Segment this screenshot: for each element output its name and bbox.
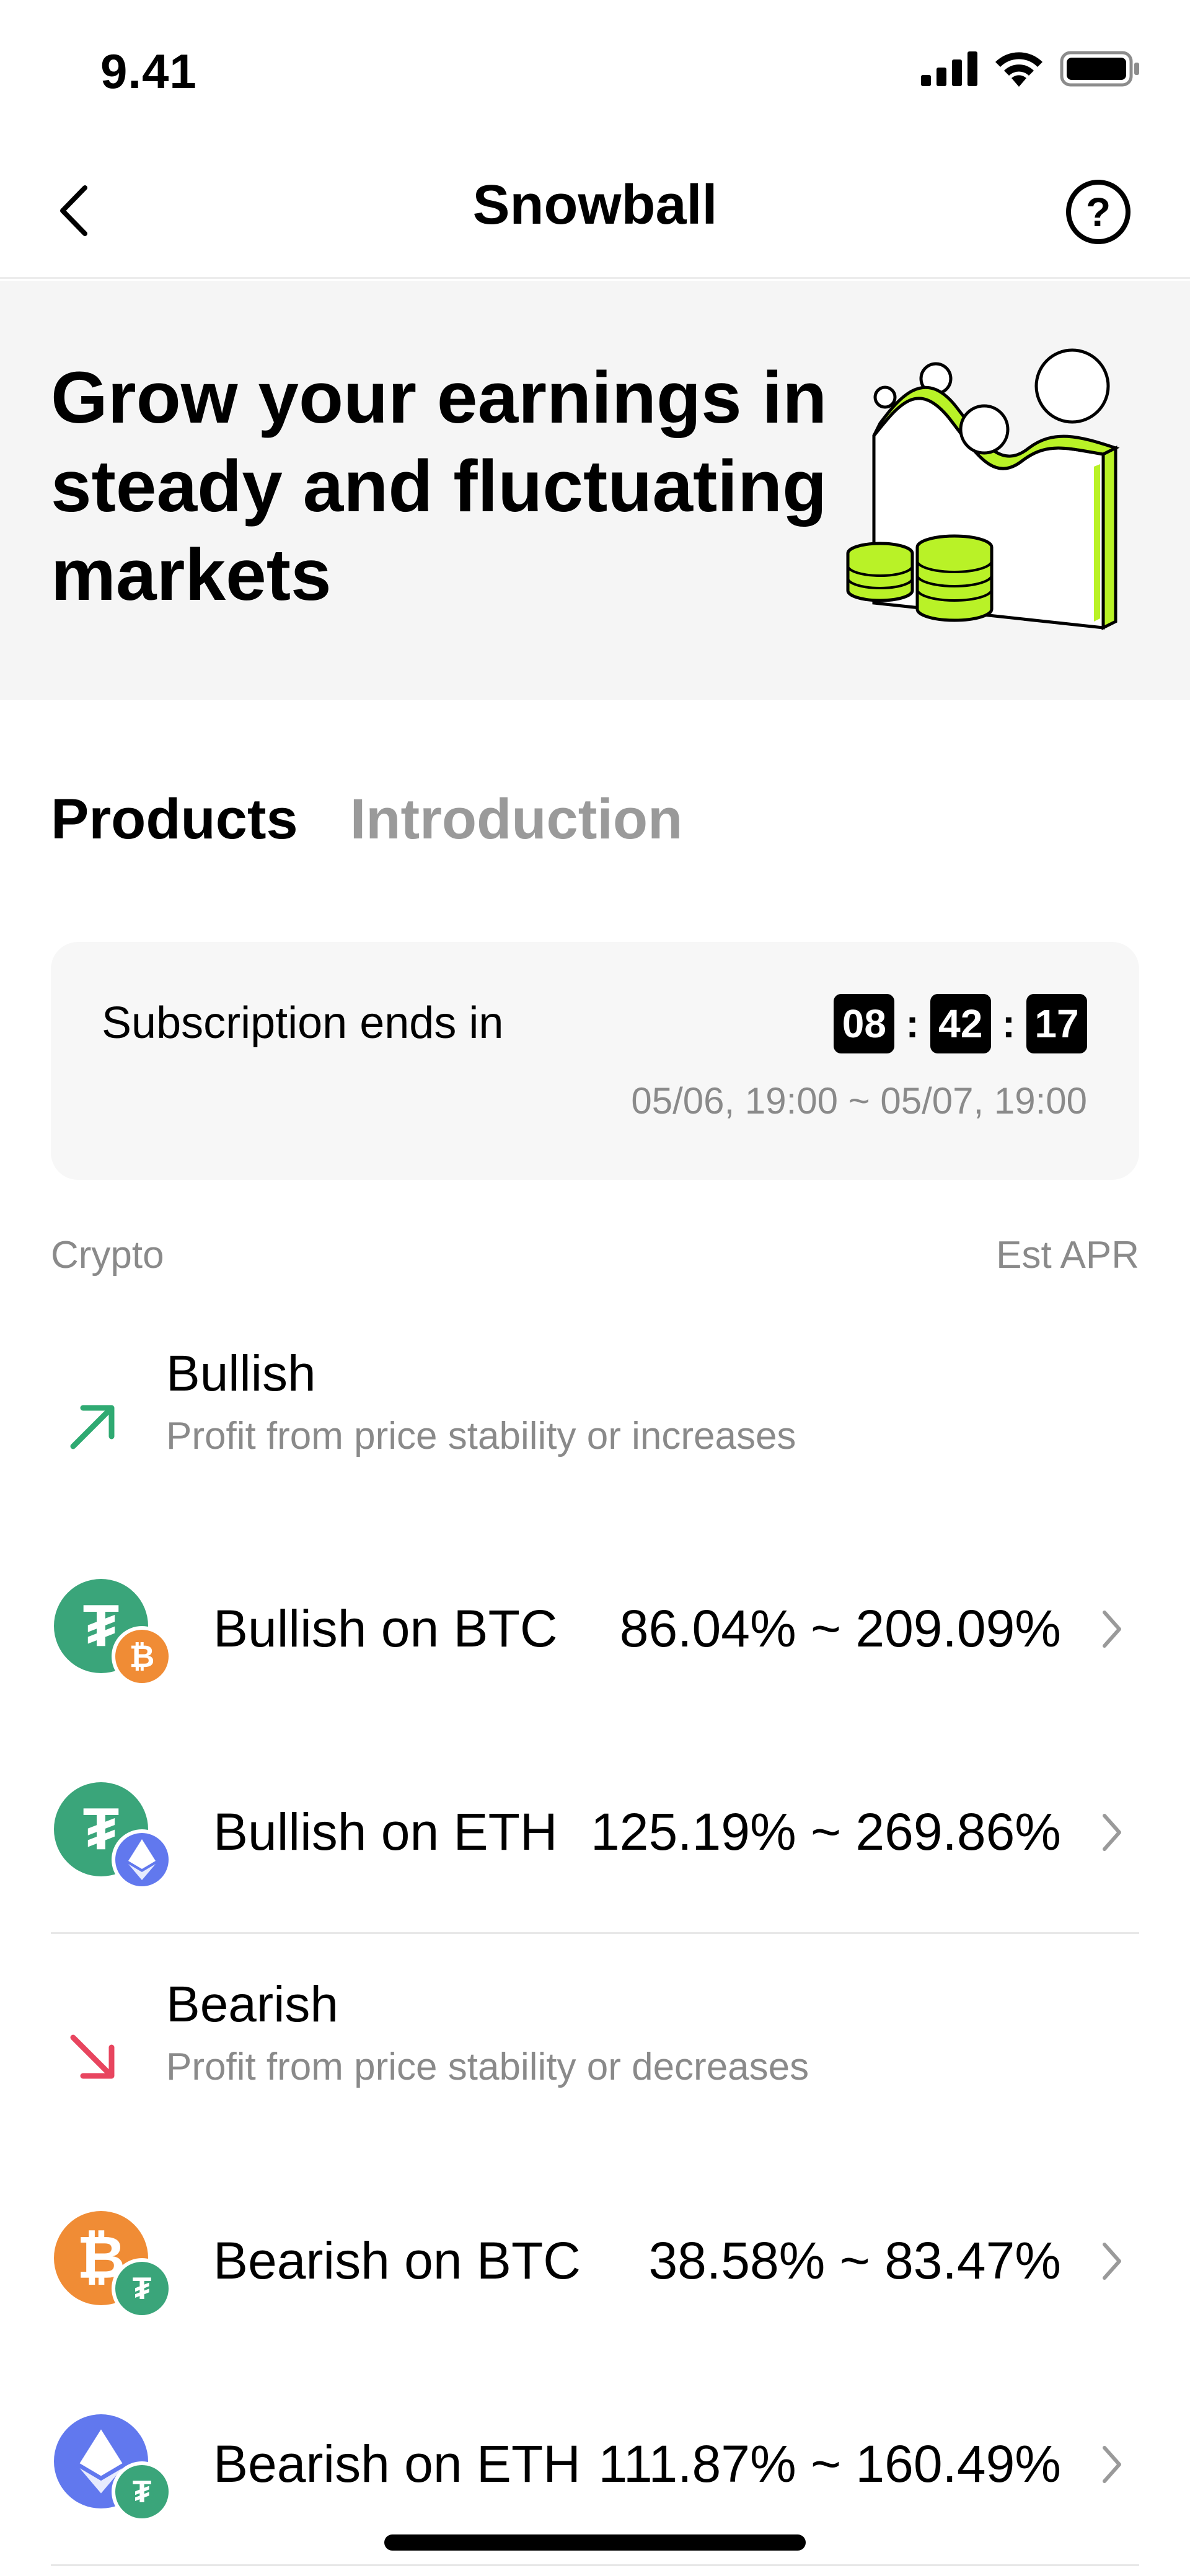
- product-name: Bearish on ETH: [213, 2435, 581, 2493]
- battery-icon: [1060, 51, 1139, 87]
- tab-introduction[interactable]: Introduction: [350, 787, 683, 852]
- section-divider: [51, 2564, 1139, 2566]
- chevron-right-icon: [1103, 1611, 1121, 1648]
- product-apr: 125.19% ~ 269.86%: [591, 1803, 1061, 1861]
- section-title: Bearish: [166, 1976, 339, 2033]
- product-name: Bullish on BTC: [213, 1599, 558, 1658]
- help-button[interactable]: ?: [1066, 180, 1130, 244]
- tether-icon: ₮: [112, 2461, 172, 2522]
- wifi-icon: [995, 52, 1042, 87]
- arrow-up-right-icon: [70, 1405, 115, 1449]
- hero-banner: Grow your earnings in steady and fluctua…: [0, 281, 1190, 700]
- question-mark-icon: ?: [1085, 189, 1111, 235]
- product-apr: 111.87% ~ 160.49%: [598, 2435, 1061, 2493]
- hero-headline: Grow your earnings in steady and fluctua…: [51, 357, 827, 616]
- chevron-right-icon: [1103, 2243, 1121, 2280]
- timer-minutes: 42: [930, 994, 991, 1053]
- section-description: Profit from price stability or decreases: [166, 2046, 809, 2088]
- product-row-bullish-eth[interactable]: ₮ Bullish on ETH 125.19% ~ 269.86%: [51, 1766, 1139, 1896]
- tether-icon: ₮: [112, 2258, 172, 2319]
- timer-seconds: 17: [1026, 994, 1087, 1053]
- tab-bar: Products Introduction: [51, 787, 682, 852]
- tab-products[interactable]: Products: [51, 787, 298, 852]
- product-row-bearish-btc[interactable]: ₿ ₮ Bearish on BTC 38.58% ~ 83.47%: [51, 2195, 1139, 2325]
- section-bearish: Bearish Profit from price stability or d…: [51, 1976, 1139, 2124]
- product-name: Bearish on BTC: [213, 2231, 581, 2290]
- nav-bar: Snowball ?: [0, 143, 1190, 279]
- bitcoin-icon: ₿: [112, 1626, 172, 1687]
- status-time: 9.41: [100, 44, 197, 99]
- section-divider: [51, 1932, 1139, 1934]
- snowball-illustration-icon: [846, 348, 1120, 631]
- subscription-range: 05/06, 19:00 ~ 05/07, 19:00: [631, 1080, 1087, 1122]
- subscription-label: Subscription ends in: [102, 998, 504, 1048]
- ethereum-icon: [112, 1829, 172, 1890]
- product-row-bearish-eth[interactable]: ₮ Bearish on ETH 111.87% ~ 160.49%: [51, 2398, 1139, 2528]
- product-apr: 86.04% ~ 209.09%: [619, 1599, 1061, 1658]
- timer-hours: 08: [834, 994, 895, 1053]
- section-bullish: Bullish Profit from price stability or i…: [51, 1345, 1139, 1493]
- countdown-timer: 08 : 42 : 17: [834, 994, 1087, 1053]
- timer-separator: :: [906, 1001, 919, 1046]
- signal-icon: [921, 51, 977, 86]
- chevron-right-icon: [1103, 1814, 1121, 1851]
- column-header-crypto: Crypto: [51, 1234, 164, 1277]
- home-indicator[interactable]: [384, 2534, 806, 2551]
- arrow-down-right-icon: [70, 2034, 115, 2079]
- product-name: Bullish on ETH: [213, 1803, 558, 1861]
- timer-separator: :: [1002, 1001, 1015, 1046]
- chevron-right-icon: [1103, 2446, 1121, 2483]
- status-bar: 9.41: [0, 0, 1190, 143]
- section-title: Bullish: [166, 1345, 316, 1402]
- status-icons: [921, 51, 1140, 87]
- subscription-card: Subscription ends in 08 : 42 : 17 05/06,…: [51, 942, 1139, 1180]
- column-header-est-apr: Est APR: [996, 1234, 1139, 1277]
- page-title: Snowball: [472, 174, 718, 236]
- section-description: Profit from price stability or increases: [166, 1415, 796, 1457]
- product-row-bullish-btc[interactable]: ₮ ₿ Bullish on BTC 86.04% ~ 209.09%: [51, 1563, 1139, 1693]
- product-apr: 38.58% ~ 83.47%: [648, 2231, 1061, 2290]
